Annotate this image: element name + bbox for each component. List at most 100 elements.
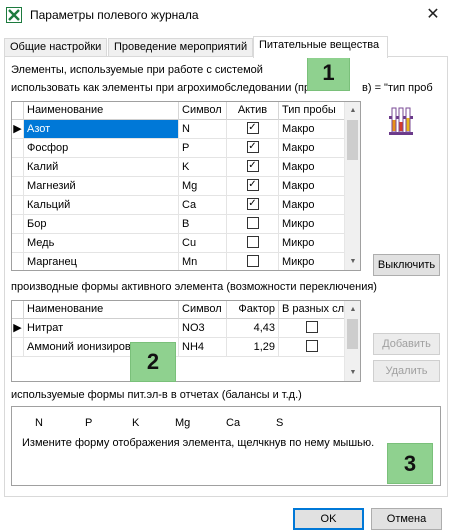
element-probe-type[interactable]: Микро [279,253,345,270]
element-active-cell[interactable] [227,253,279,270]
element-symbol[interactable]: B [179,215,227,234]
element-probe-type[interactable]: Микро [279,215,345,234]
element-active-cell[interactable]: ✓ [227,177,279,196]
form-flag-cell[interactable] [279,319,345,338]
active-checkbox[interactable]: ✓ [246,160,259,173]
row-indicator [12,139,24,158]
element-name[interactable]: Калий [24,158,179,177]
element-symbol[interactable]: Ca [179,196,227,215]
element-symbol[interactable]: K [179,158,227,177]
row-indicator [12,215,24,234]
tab-strip: Общие настройки Проведение мероприятий П… [4,36,448,58]
table-row[interactable]: Бор B Микро [12,215,345,234]
remove-form-button[interactable]: Удалить [373,360,440,382]
table-row[interactable]: Кальций Ca ✓ Макро [12,196,345,215]
form-flag-cell[interactable] [279,338,345,357]
active-checkbox[interactable] [246,255,259,268]
report-symbol-p[interactable]: P [85,417,92,429]
element-probe-type[interactable]: Макро [279,120,345,139]
element-name[interactable]: Кальций [24,196,179,215]
report-symbol-k[interactable]: K [132,417,139,429]
col-header-symbol[interactable]: Символ [179,301,227,319]
element-symbol[interactable]: Mg [179,177,227,196]
elements-grid[interactable]: Наименование Символ Актив Тип пробы ▶ Аз… [11,101,361,271]
element-name[interactable]: Фосфор [24,139,179,158]
element-probe-type[interactable]: Макро [279,196,345,215]
tab-general-settings[interactable]: Общие настройки [4,38,107,57]
element-symbol[interactable]: Cu [179,234,227,253]
scroll-up-icon[interactable]: ▲ [345,301,360,318]
scroll-down-icon[interactable]: ▼ [345,364,360,381]
scroll-thumb[interactable] [347,120,358,160]
active-checkbox[interactable]: ✓ [246,141,259,154]
window-title: Параметры полевого журнала [30,8,199,22]
scroll-up-icon[interactable]: ▲ [345,102,360,119]
element-probe-type[interactable]: Микро [279,234,345,253]
active-checkbox[interactable] [246,217,259,230]
ok-button[interactable]: OK [293,508,364,530]
element-name[interactable]: Медь [24,234,179,253]
element-active-cell[interactable] [227,215,279,234]
active-checkbox[interactable]: ✓ [246,198,259,211]
element-name[interactable]: Марганец [24,253,179,270]
element-active-cell[interactable]: ✓ [227,120,279,139]
table-row[interactable]: Марганец Mn Микро [12,253,345,270]
element-name[interactable]: Азот [24,120,179,139]
form-factor[interactable]: 4,43 [227,319,279,338]
element-name[interactable]: Бор [24,215,179,234]
col-header-name[interactable]: Наименование [24,102,179,120]
element-probe-type[interactable]: Макро [279,139,345,158]
element-active-cell[interactable] [227,234,279,253]
add-form-button[interactable]: Добавить [373,333,440,355]
toggle-element-button[interactable]: Выключить [373,254,440,276]
form-symbol[interactable]: NH4 [179,338,227,357]
col-header-probe-type[interactable]: Тип пробы [279,102,345,120]
col-header-symbol[interactable]: Символ [179,102,227,120]
form-flag-checkbox[interactable] [305,340,318,353]
table-row[interactable]: Аммоний ионизирова NH4 1,29 [12,338,345,357]
report-symbol-n[interactable]: N [35,417,43,429]
report-symbol-mg[interactable]: Mg [175,417,190,429]
cancel-button[interactable]: Отмена [371,508,442,530]
element-probe-type[interactable]: Макро [279,177,345,196]
element-active-cell[interactable]: ✓ [227,139,279,158]
col-header-active[interactable]: Актив [227,102,279,120]
row-indicator [12,253,24,270]
table-row[interactable]: Медь Cu Микро [12,234,345,253]
form-name[interactable]: Нитрат [24,319,179,338]
elements-scrollbar[interactable]: ▲ ▼ [344,102,360,270]
element-active-cell[interactable]: ✓ [227,196,279,215]
form-factor[interactable]: 1,29 [227,338,279,357]
close-button[interactable]: ✕ [421,3,445,27]
report-symbol-s[interactable]: S [276,417,283,429]
table-row[interactable]: ▶ Нитрат NO3 4,43 [12,319,345,338]
element-symbol[interactable]: Mn [179,253,227,270]
form-symbol[interactable]: NO3 [179,319,227,338]
table-row[interactable]: Фосфор P ✓ Макро [12,139,345,158]
callout-badge-2: 2 [130,342,176,382]
forms-scrollbar[interactable]: ▲ ▼ [344,301,360,381]
element-name[interactable]: Магнезий [24,177,179,196]
element-active-cell[interactable]: ✓ [227,158,279,177]
element-probe-type[interactable]: Макро [279,158,345,177]
col-header-name[interactable]: Наименование [24,301,179,319]
col-header-factor[interactable]: Фактор [227,301,279,319]
row-indicator [12,338,24,357]
forms-grid[interactable]: Наименование Символ Фактор В разных сл ▶… [11,300,361,382]
active-checkbox[interactable] [246,236,259,249]
active-checkbox[interactable]: ✓ [246,179,259,192]
element-symbol[interactable]: N [179,120,227,139]
col-header-in-units[interactable]: В разных сл [279,301,345,319]
table-row[interactable]: ▶ Азот N ✓ Макро [12,120,345,139]
form-flag-checkbox[interactable] [305,321,318,334]
report-forms-box[interactable]: N P K Mg Ca S Измените форму отображения… [11,406,441,486]
table-row[interactable]: Калий K ✓ Макро [12,158,345,177]
report-symbol-ca[interactable]: Ca [226,417,240,429]
tab-nutrients[interactable]: Питательные вещества [253,36,388,58]
scroll-down-icon[interactable]: ▼ [345,253,360,270]
tab-events[interactable]: Проведение мероприятий [108,38,253,57]
element-symbol[interactable]: P [179,139,227,158]
scroll-thumb[interactable] [347,319,358,349]
table-row[interactable]: Магнезий Mg ✓ Макро [12,177,345,196]
active-checkbox[interactable]: ✓ [246,122,259,135]
